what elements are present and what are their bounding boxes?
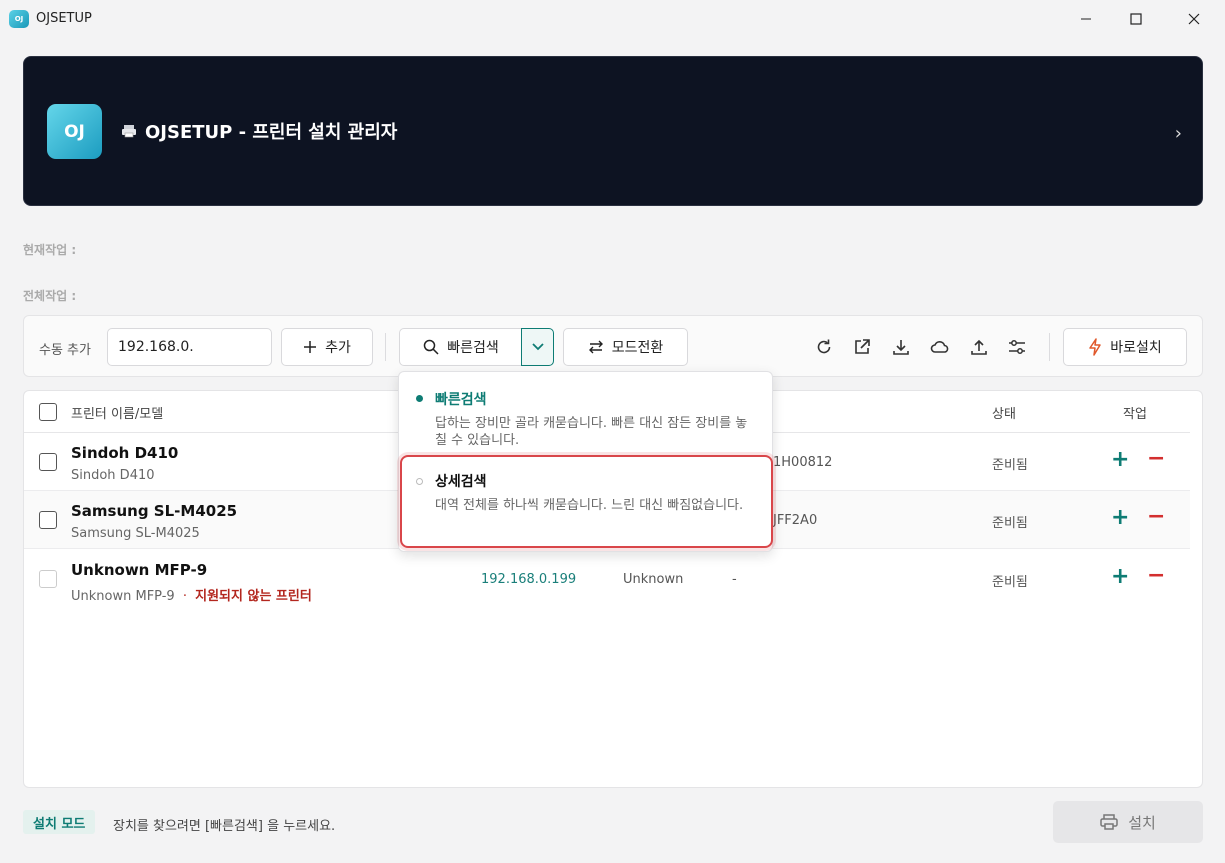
ip-cell: 192.168.0.199 [481,572,577,587]
add-printer-button[interactable]: + [1111,447,1129,472]
mode-switch-button[interactable]: 모드전환 [563,328,688,366]
option-title: 상세검색 [435,474,487,490]
menu-item-quick-search[interactable]: 빠른검색 답하는 장비만 골라 캐묻습니다. 빠른 대신 잠든 장비를 놓칠 수… [399,372,774,454]
current-task-label: 현재작업 : [23,243,77,257]
chevron-down-icon [531,343,544,351]
separator-dot: · [182,589,187,604]
remove-printer-button[interactable]: − [1147,563,1165,588]
close-icon [1188,13,1200,25]
close-button[interactable] [1171,0,1217,38]
maximize-icon [1130,13,1142,25]
maximize-button[interactable] [1113,0,1159,38]
header-status: 상태 [992,407,1016,422]
title-bar: OJ OJSETUP [0,0,1225,38]
mode-badge: 설치 모드 [23,810,96,834]
option-description: 대역 전체를 하나씩 캐묻습니다. 느린 대신 빠짐없습니다. [435,498,744,513]
page-title: OJSETUP - 프린터 설치 관리자 [145,122,398,143]
search-mode-menu: 빠른검색 답하는 장비만 골라 캐묻습니다. 빠른 대신 잠든 장비를 놓칠 수… [398,371,773,552]
add-printer-button[interactable]: + [1111,505,1129,530]
header-action: 작업 [1123,407,1147,422]
option-title: 빠른검색 [435,392,487,408]
install-label: 설치 [1128,813,1156,832]
app-icon: OJ [9,10,29,28]
add-button-label: 추가 [325,340,351,356]
app-logo: OJ [47,104,102,159]
radio-selected-icon [416,395,423,402]
swap-icon [588,340,603,354]
printer-name: Unknown MFP-9 [71,561,208,579]
divider [1049,333,1050,361]
chevron-right-icon[interactable]: › [1175,123,1182,144]
option-description: 답하는 장비만 골라 캐묻습니다. 빠른 대신 잠든 장비를 놓칠 수 있습니다… [435,416,748,448]
printer-icon [1100,814,1118,830]
status-cell: 준비됨 [992,575,1028,590]
table-row[interactable]: Unknown MFP-9 Unknown MFP-9 · 지원되지 않는 프린… [24,550,1190,608]
window-title: OJSETUP [36,11,92,26]
search-mode-dropdown-button[interactable] [521,328,554,366]
quick-install-label: 바로설치 [1110,340,1162,356]
ip-address-input[interactable] [107,328,272,366]
upload-icon [971,339,987,355]
serial-cell: 1H00812 [773,455,833,470]
printer-icon [122,125,136,138]
printer-model: Samsung SL-M4025 [71,526,200,541]
row-checkbox [39,570,57,588]
install-button[interactable]: 설치 [1053,801,1203,843]
banner-title-group: OJSETUP - 프린터 설치 관리자 [121,118,397,144]
footer-hint: 장치를 찾으려면 [빠른검색] 을 누르세요. [113,819,336,834]
header-banner[interactable]: OJ OJSETUP - 프린터 설치 관리자 › [23,56,1203,206]
select-all-checkbox[interactable] [39,403,57,421]
plus-icon [304,341,317,353]
status-cell: 준비됨 [992,458,1028,473]
total-task-label: 전체작업 : [23,289,77,303]
refresh-button[interactable] [813,336,835,358]
upload-button[interactable] [968,336,990,358]
radio-unselected-icon [416,478,423,485]
row-checkbox[interactable] [39,511,57,529]
minimize-icon [1081,18,1091,20]
cloud-icon [930,341,949,353]
download-icon [893,340,909,355]
external-link-icon [855,339,870,354]
serial-cell: JFF2A0 [773,513,818,528]
lightning-icon [1089,338,1101,356]
printer-model: Sindoh D410 [71,468,155,483]
search-icon [423,339,439,355]
add-button[interactable]: 추가 [281,328,373,366]
printer-name: Samsung SL-M4025 [71,502,238,520]
remove-printer-button[interactable]: − [1147,504,1165,529]
sliders-icon [1009,340,1025,354]
open-external-button[interactable] [851,336,873,358]
header-printer-name: 프린터 이름/모델 [71,407,164,422]
status-cell: 준비됨 [992,516,1028,531]
add-printer-button[interactable]: + [1111,564,1129,589]
refresh-icon [817,339,831,354]
serial-cell: - [732,572,737,587]
manual-add-label: 수동 추가 [39,343,91,358]
maker-cell: Unknown [623,572,684,587]
cloud-button[interactable] [929,336,951,358]
printer-name: Sindoh D410 [71,444,179,462]
unsupported-warning: 지원되지 않는 프린터 [195,589,312,604]
search-button[interactable]: 빠른검색 [399,328,523,366]
row-checkbox[interactable] [39,453,57,471]
minimize-button[interactable] [1063,0,1109,38]
settings-button[interactable] [1006,336,1028,358]
menu-item-detailed-search[interactable]: 상세검색 대역 전체를 하나씩 캐묻습니다. 느린 대신 빠짐없습니다. [399,456,774,548]
printer-model-group: Unknown MFP-9 · 지원되지 않는 프린터 [71,585,312,604]
download-button[interactable] [890,336,912,358]
remove-printer-button[interactable]: − [1147,446,1165,471]
toolbar: 수동 추가 추가 빠른검색 모드전환 바로설치 [23,315,1203,377]
mode-switch-label: 모드전환 [611,340,664,356]
printer-model: Unknown MFP-9 [71,589,175,604]
search-button-label: 빠른검색 [447,340,499,356]
divider [385,333,386,361]
quick-install-button[interactable]: 바로설치 [1063,328,1187,366]
